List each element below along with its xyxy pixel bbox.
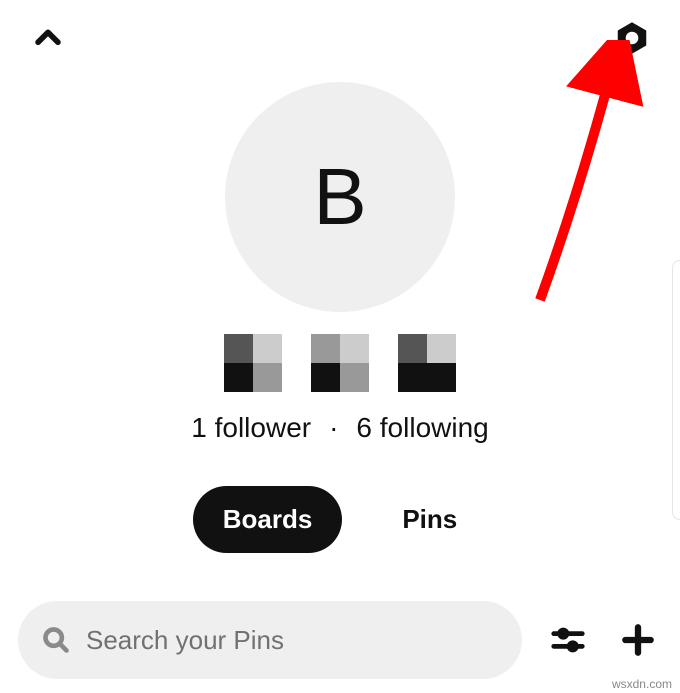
username-redacted (224, 334, 456, 392)
add-button[interactable] (614, 616, 662, 664)
chevron-up-icon (31, 21, 65, 55)
search-icon (42, 626, 70, 654)
side-handle (672, 260, 680, 520)
profile-tabs: Boards Pins (193, 486, 488, 553)
search-placeholder: Search your Pins (86, 625, 284, 656)
filter-button[interactable] (544, 616, 592, 664)
search-input[interactable]: Search your Pins (18, 601, 522, 679)
back-button[interactable] (24, 14, 72, 62)
settings-button[interactable] (608, 14, 656, 62)
profile-stats: 1 follower · 6 following (191, 412, 488, 444)
separator-dot: · (329, 412, 338, 444)
following-count[interactable]: 6 following (356, 412, 488, 444)
sliders-icon (549, 621, 587, 659)
plus-icon (619, 621, 657, 659)
followers-count[interactable]: 1 follower (191, 412, 311, 444)
watermark: wsxdn.com (612, 677, 672, 691)
tab-boards[interactable]: Boards (193, 486, 343, 553)
gear-icon (614, 20, 650, 56)
avatar-initial: B (313, 151, 366, 243)
tab-pins[interactable]: Pins (372, 486, 487, 553)
avatar[interactable]: B (225, 82, 455, 312)
